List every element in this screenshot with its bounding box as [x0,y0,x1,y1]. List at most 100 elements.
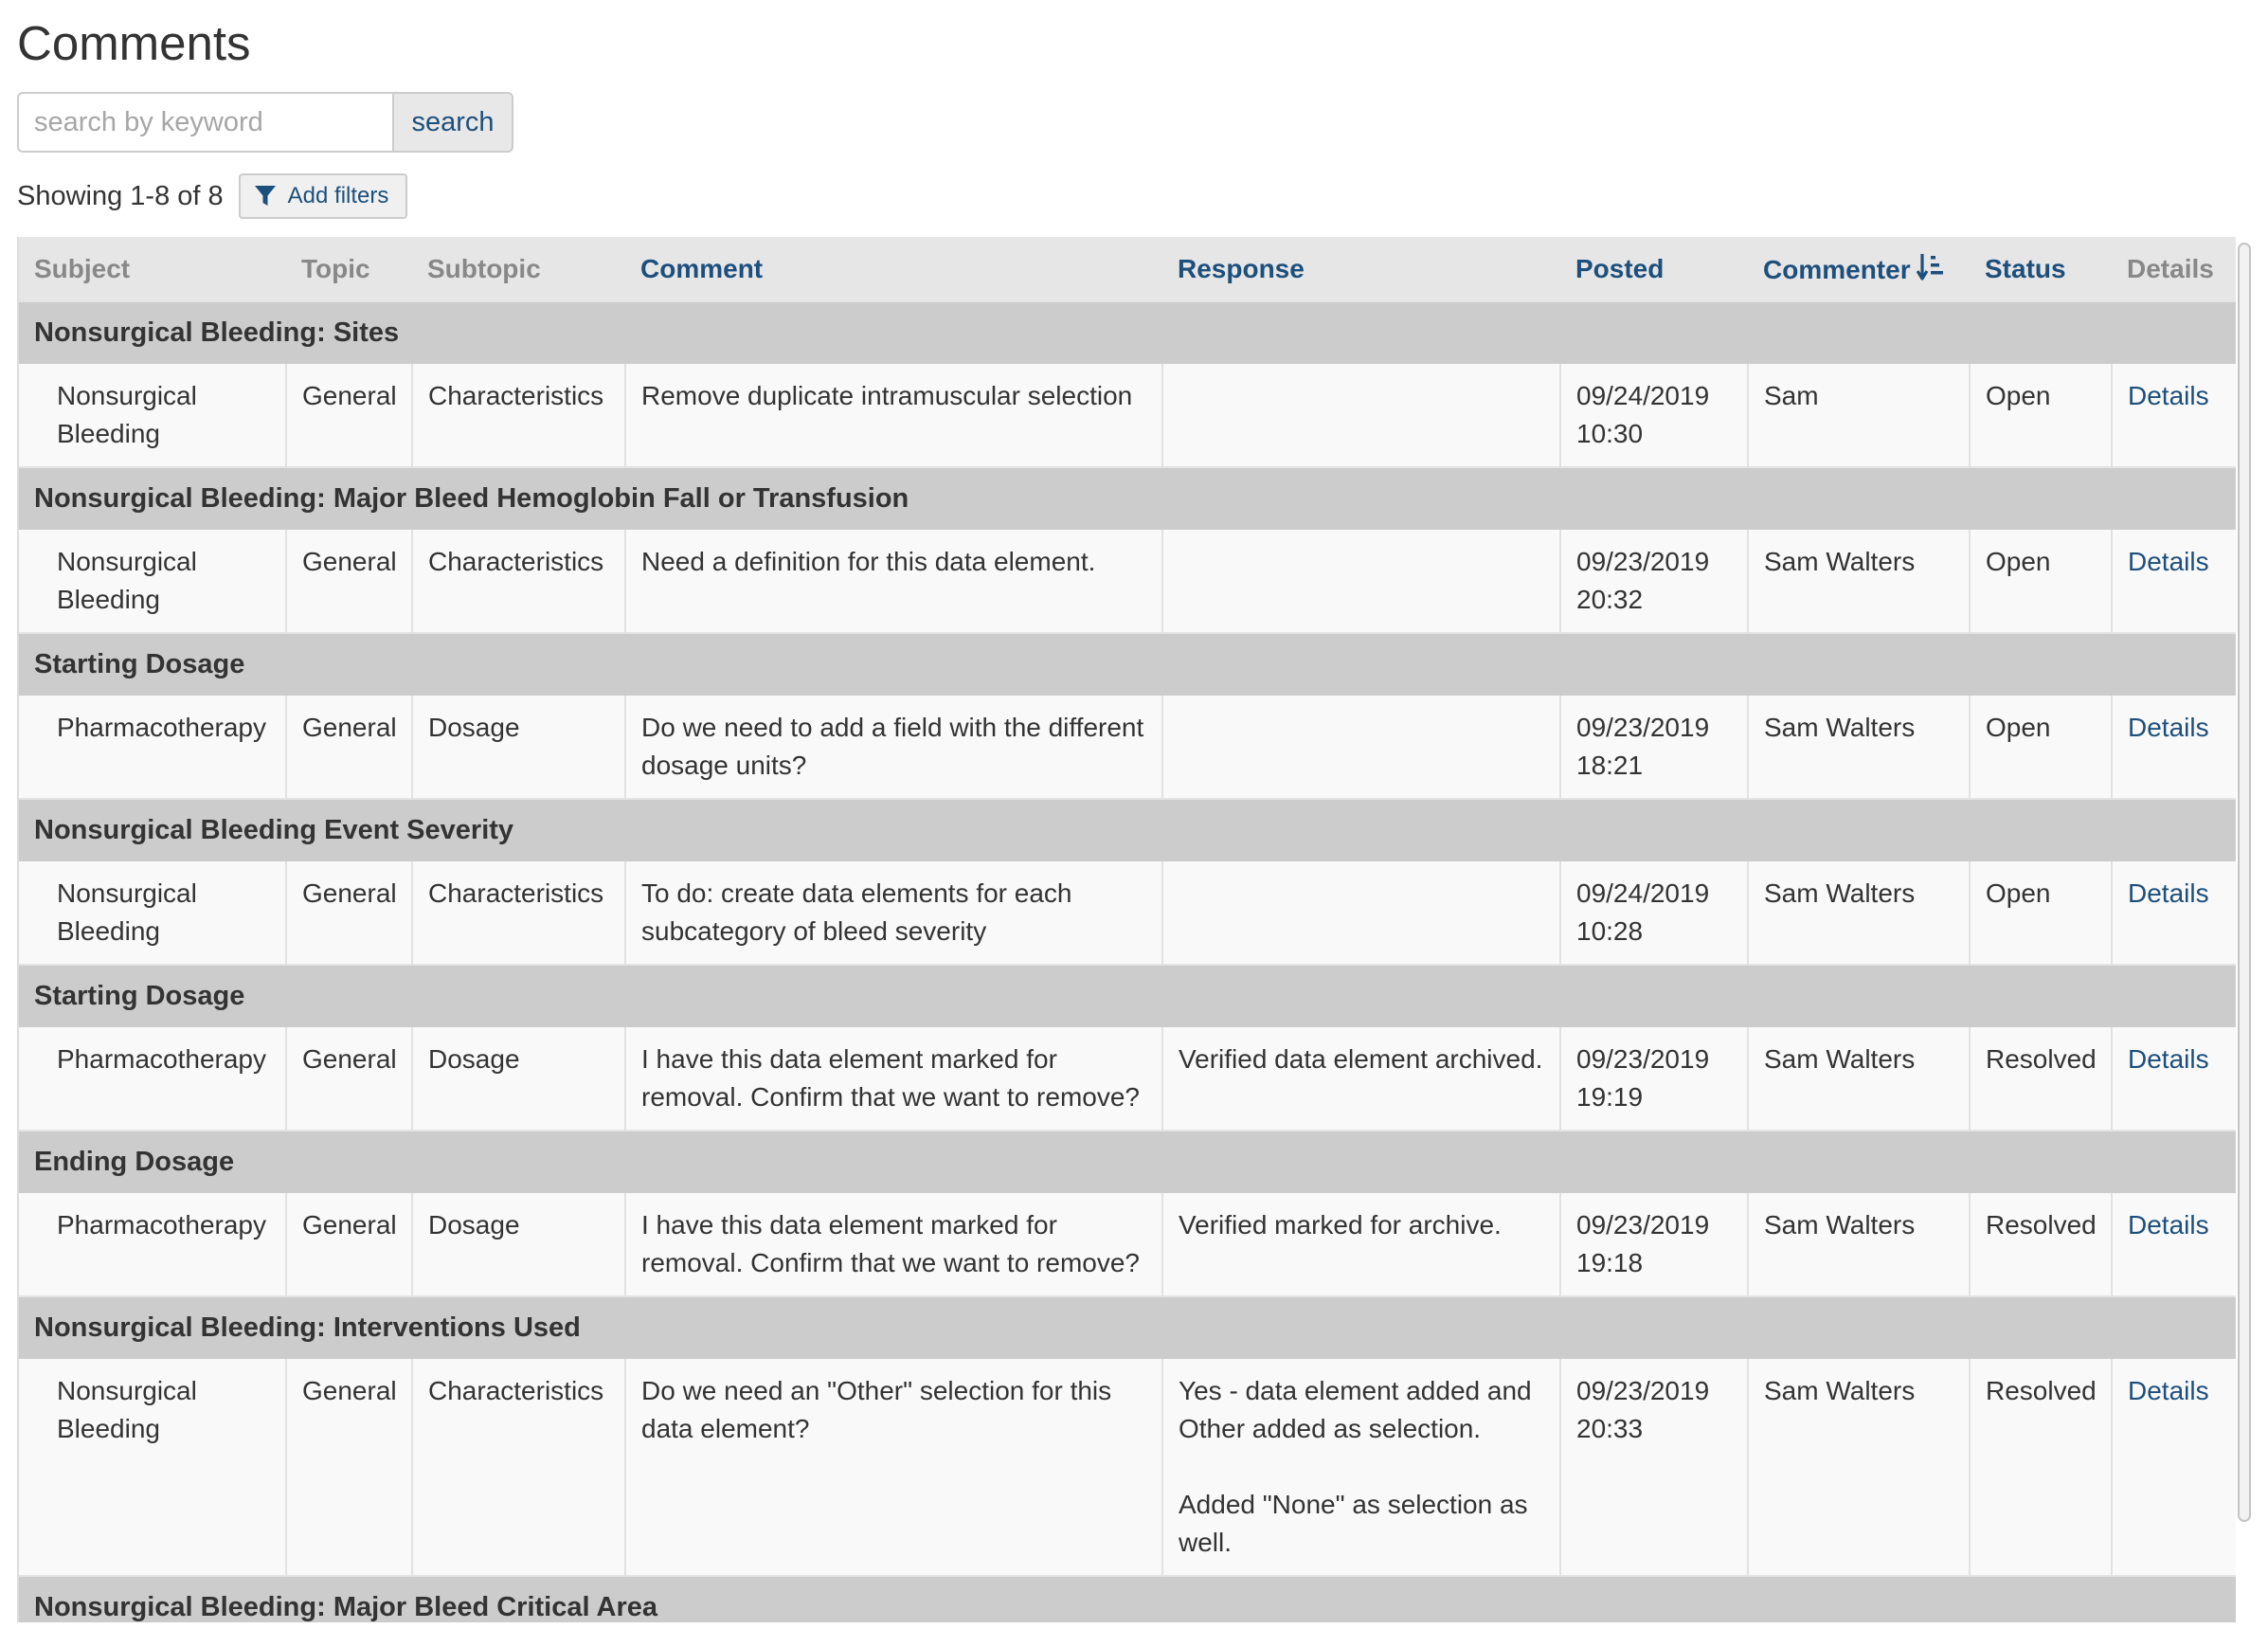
cell-posted: 09/23/2019 20:32 [1560,530,1749,633]
cell-subtopic: Dosage [412,1027,626,1131]
cell-status: Open [1970,696,2113,799]
group-header-row: Nonsurgical Bleeding: Major Bleed Hemogl… [19,466,2236,530]
cell-subject: Nonsurgical Bleeding [19,861,287,965]
group-header-row: Starting Dosage [19,964,2236,1027]
details-link[interactable]: Details [2128,1376,2209,1405]
posted-time: 19:19 [1576,1082,1644,1112]
table-row: Pharmacotherapy General Dosage I have this … [19,1027,2236,1131]
table-row: Nonsurgical Bleeding General Characteristi… [19,1359,2236,1576]
group-header-row: Starting Dosage [19,632,2236,696]
details-link[interactable]: Details [2128,1044,2209,1074]
group-title: Nonsurgical Bleeding Event Severity [19,798,2236,861]
response-paragraph: Yes - data element added and Other added… [1179,1376,1532,1443]
group-header-row: Ending Dosage [19,1130,2236,1193]
table-body: Nonsurgical Bleeding: Sites Nonsurgical B… [19,300,2236,1622]
group-title: Starting Dosage [19,632,2236,696]
cell-details: Details [2112,861,2236,965]
cell-status: Resolved [1970,1027,2113,1131]
cell-commenter: Sam Walters [1748,861,1971,965]
cell-commenter: Sam Walters [1748,1027,1971,1131]
cell-response [1162,696,1561,799]
cell-status: Resolved [1970,1193,2113,1296]
posted-time: 18:21 [1576,751,1644,780]
cell-status: Open [1970,861,2113,965]
cell-topic: General [286,1359,413,1576]
details-link[interactable]: Details [2128,381,2209,410]
posted-date: 09/23/2019 [1576,713,1710,742]
page-title: Comments [17,16,251,70]
cell-subtopic: Dosage [412,696,626,799]
cell-posted: 09/23/2019 19:18 [1560,1193,1749,1296]
posted-date: 09/23/2019 [1576,1210,1710,1240]
table-row: Nonsurgical Bleeding General Characteristi… [19,364,2236,467]
cell-comment: I have this data element marked for remo… [625,1193,1163,1296]
cell-status: Open [1970,364,2113,467]
cell-comment: Need a definition for this data element. [625,530,1163,633]
cell-commenter: Sam Walters [1748,696,1971,799]
table-row: Nonsurgical Bleeding General Characteristi… [19,530,2236,633]
posted-date: 09/23/2019 [1576,547,1710,576]
cell-details: Details [2112,1193,2236,1296]
cell-status: Resolved [1970,1359,2113,1576]
column-header-details: Details [2112,237,2236,301]
cell-commenter: Sam Walters [1748,530,1971,633]
cell-posted: 09/24/2019 10:28 [1560,861,1749,965]
results-bar: Showing 1-8 of 8 Add filters [17,173,408,219]
posted-date: 09/24/2019 [1576,878,1710,908]
response-paragraph: Verified marked for archive. [1179,1210,1502,1240]
group-title: Nonsurgical Bleeding: Major Bleed Hemogl… [19,466,2236,530]
vertical-scrollbar[interactable] [2238,243,2251,1522]
cell-details: Details [2112,530,2236,633]
group-title: Nonsurgical Bleeding: Interventions Used [19,1295,2236,1359]
cell-topic: General [286,1027,413,1131]
table-row: Nonsurgical Bleeding General Characteristi… [19,861,2236,965]
cell-subject: Pharmacotherapy [19,1027,287,1131]
cell-commenter: Sam [1748,364,1971,467]
cell-details: Details [2112,696,2236,799]
posted-time: 19:18 [1576,1248,1644,1277]
cell-comment: I have this data element marked for remo… [625,1027,1163,1131]
cell-details: Details [2112,1027,2236,1131]
cell-response [1162,861,1561,965]
filter-icon [254,186,276,206]
table-row: Pharmacotherapy General Dosage I have this … [19,1193,2236,1296]
details-link[interactable]: Details [2128,1210,2209,1240]
cell-response: Verified marked for archive. [1162,1193,1561,1296]
details-link[interactable]: Details [2128,547,2209,576]
search-input[interactable] [17,92,392,153]
cell-commenter: Sam Walters [1748,1359,1971,1576]
cell-posted: 09/23/2019 19:19 [1560,1027,1749,1131]
group-title: Starting Dosage [19,964,2236,1027]
search-button[interactable]: search [392,92,513,153]
posted-date: 09/24/2019 [1576,381,1710,410]
column-header-posted[interactable]: Posted [1560,237,1748,301]
posted-time: 20:33 [1576,1414,1644,1443]
cell-status: Open [1970,530,2113,633]
sort-descending-icon [1916,254,1943,281]
details-link[interactable]: Details [2128,878,2209,908]
details-link[interactable]: Details [2128,713,2209,742]
add-filters-label: Add filters [287,183,389,208]
cell-subject: Pharmacotherapy [19,696,287,799]
cell-topic: General [286,861,413,965]
cell-subtopic: Dosage [412,1193,626,1296]
column-header-topic: Topic [286,237,412,301]
comments-table-container: Subject Topic Subtopic Comment Response … [17,237,2236,1622]
column-header-commenter-label: Commenter [1763,255,1911,284]
cell-topic: General [286,1193,413,1296]
column-header-comment[interactable]: Comment [625,237,1162,301]
column-header-status[interactable]: Status [1970,237,2112,301]
cell-topic: General [286,530,413,633]
column-header-response[interactable]: Response [1162,237,1560,301]
cell-topic: General [286,696,413,799]
column-header-subject: Subject [19,237,286,301]
cell-subtopic: Characteristics [412,530,626,633]
add-filters-button[interactable]: Add filters [238,173,408,219]
cell-comment: Remove duplicate intramuscular selection [625,364,1163,467]
cell-subtopic: Characteristics [412,1359,626,1576]
column-header-subtopic: Subtopic [412,237,625,301]
column-header-commenter[interactable]: Commenter [1748,237,1970,301]
results-count: Showing 1-8 of 8 [17,180,224,211]
posted-time: 20:32 [1576,585,1644,614]
cell-response: Verified data element archived. [1162,1027,1561,1131]
